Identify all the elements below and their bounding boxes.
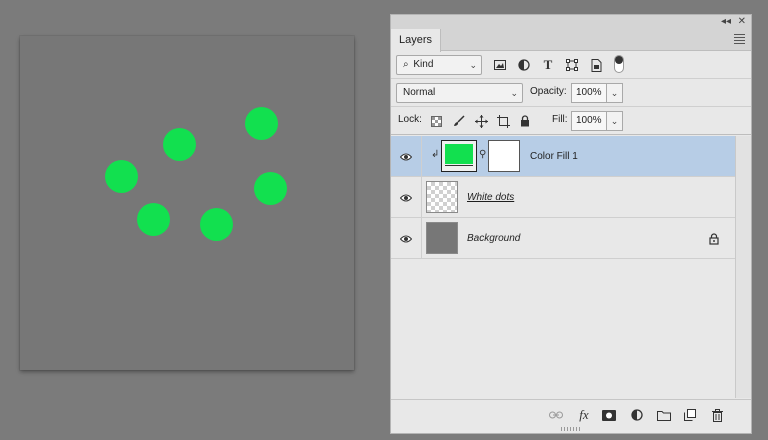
search-icon: ⌕ bbox=[403, 59, 409, 70]
chevron-down-icon: ⌄ bbox=[469, 60, 477, 70]
layers-panel: ◂◂ ✕ Layers ⌕ Kind ⌄ T Normal ⌄ Opacity:… bbox=[390, 14, 752, 434]
lock-image-pixels-icon[interactable] bbox=[451, 113, 467, 129]
green-dot bbox=[254, 172, 287, 205]
green-dot bbox=[137, 203, 170, 236]
close-icon[interactable]: ✕ bbox=[738, 15, 746, 29]
tab-row: Layers bbox=[391, 29, 751, 52]
new-layer-icon[interactable] bbox=[681, 406, 699, 424]
filter-row: ⌕ Kind ⌄ T bbox=[391, 51, 751, 79]
opacity-dropdown-button[interactable]: ⌄ bbox=[607, 83, 623, 103]
eye-icon bbox=[400, 194, 412, 201]
blend-row: Normal ⌄ Opacity: 100% ⌄ bbox=[391, 79, 751, 107]
layer-name[interactable]: Background bbox=[467, 218, 520, 259]
panel-topbar: ◂◂ ✕ bbox=[391, 15, 751, 29]
double-chevron-left-icon[interactable]: ◂◂ bbox=[721, 15, 731, 29]
kind-label: Kind bbox=[413, 59, 434, 70]
image-filter-icon[interactable] bbox=[492, 57, 508, 73]
layer-name[interactable]: White dots bbox=[467, 177, 514, 218]
green-dot bbox=[245, 107, 278, 140]
layer-name[interactable]: Color Fill 1 bbox=[530, 136, 578, 177]
link-layers-icon[interactable] bbox=[547, 406, 565, 424]
layer-row-background[interactable]: Background bbox=[391, 218, 735, 259]
green-dot bbox=[163, 128, 196, 161]
shape-filter-icon[interactable] bbox=[564, 57, 580, 73]
opacity-label: Opacity: bbox=[530, 86, 567, 97]
new-adjustment-icon[interactable] bbox=[628, 406, 646, 424]
visibility-toggle[interactable] bbox=[391, 218, 422, 259]
green-dot bbox=[200, 208, 233, 241]
hamburger-menu-icon[interactable] bbox=[734, 34, 745, 44]
transparent-layer-thumbnail[interactable] bbox=[426, 181, 458, 213]
smart-object-filter-icon[interactable] bbox=[588, 57, 604, 73]
layer-mask-thumbnail[interactable] bbox=[488, 140, 520, 172]
lock-position-icon[interactable] bbox=[473, 113, 489, 129]
blend-mode-dropdown[interactable]: Normal ⌄ bbox=[396, 83, 523, 103]
type-filter-icon[interactable]: T bbox=[540, 57, 556, 73]
green-dot bbox=[105, 160, 138, 193]
lock-artboard-icon[interactable] bbox=[495, 113, 511, 129]
link-icon: ⚲ bbox=[479, 149, 487, 160]
lock-label: Lock: bbox=[398, 114, 422, 125]
fill-layer-thumbnail[interactable] bbox=[441, 140, 477, 172]
fx-icon[interactable]: fx bbox=[575, 406, 593, 424]
document-canvas[interactable] bbox=[20, 36, 354, 370]
kind-filter-dropdown[interactable]: ⌕ Kind ⌄ bbox=[396, 55, 482, 75]
add-mask-icon[interactable] bbox=[600, 406, 618, 424]
layers-scrollbar[interactable] bbox=[735, 136, 751, 398]
visibility-toggle[interactable] bbox=[391, 136, 422, 177]
visibility-toggle[interactable] bbox=[391, 177, 422, 218]
blend-mode-value: Normal bbox=[403, 87, 436, 98]
layers-bottom-bar: fx bbox=[391, 399, 751, 433]
layers-list: ↲ ⚲ Color Fill 1 White dots Background bbox=[391, 136, 735, 398]
fill-label: Fill: bbox=[552, 114, 568, 125]
lock-all-icon[interactable] bbox=[517, 113, 533, 129]
lock-icon bbox=[709, 233, 719, 248]
resize-grip[interactable] bbox=[561, 427, 581, 431]
trash-icon[interactable] bbox=[708, 406, 726, 424]
fill-dropdown-button[interactable]: ⌄ bbox=[607, 111, 623, 131]
eye-icon bbox=[400, 235, 412, 242]
adjustment-filter-icon[interactable] bbox=[516, 57, 532, 73]
eye-icon bbox=[400, 153, 412, 160]
new-group-icon[interactable] bbox=[655, 406, 673, 424]
lock-row: Lock: Fill: 100% ⌄ bbox=[391, 107, 751, 135]
clipping-arrow-icon: ↲ bbox=[431, 149, 440, 160]
lock-transparent-pixels-icon[interactable] bbox=[428, 113, 444, 129]
filter-toggle-icon[interactable] bbox=[614, 55, 624, 73]
fill-input[interactable]: 100% bbox=[571, 111, 607, 131]
layer-row-white-dots[interactable]: White dots bbox=[391, 177, 735, 218]
layer-row-color-fill[interactable]: ↲ ⚲ Color Fill 1 bbox=[391, 136, 735, 177]
opacity-input[interactable]: 100% bbox=[571, 83, 607, 103]
tab-layers[interactable]: Layers bbox=[391, 29, 442, 52]
chevron-down-icon: ⌄ bbox=[510, 88, 518, 98]
background-layer-thumbnail[interactable] bbox=[426, 222, 458, 254]
